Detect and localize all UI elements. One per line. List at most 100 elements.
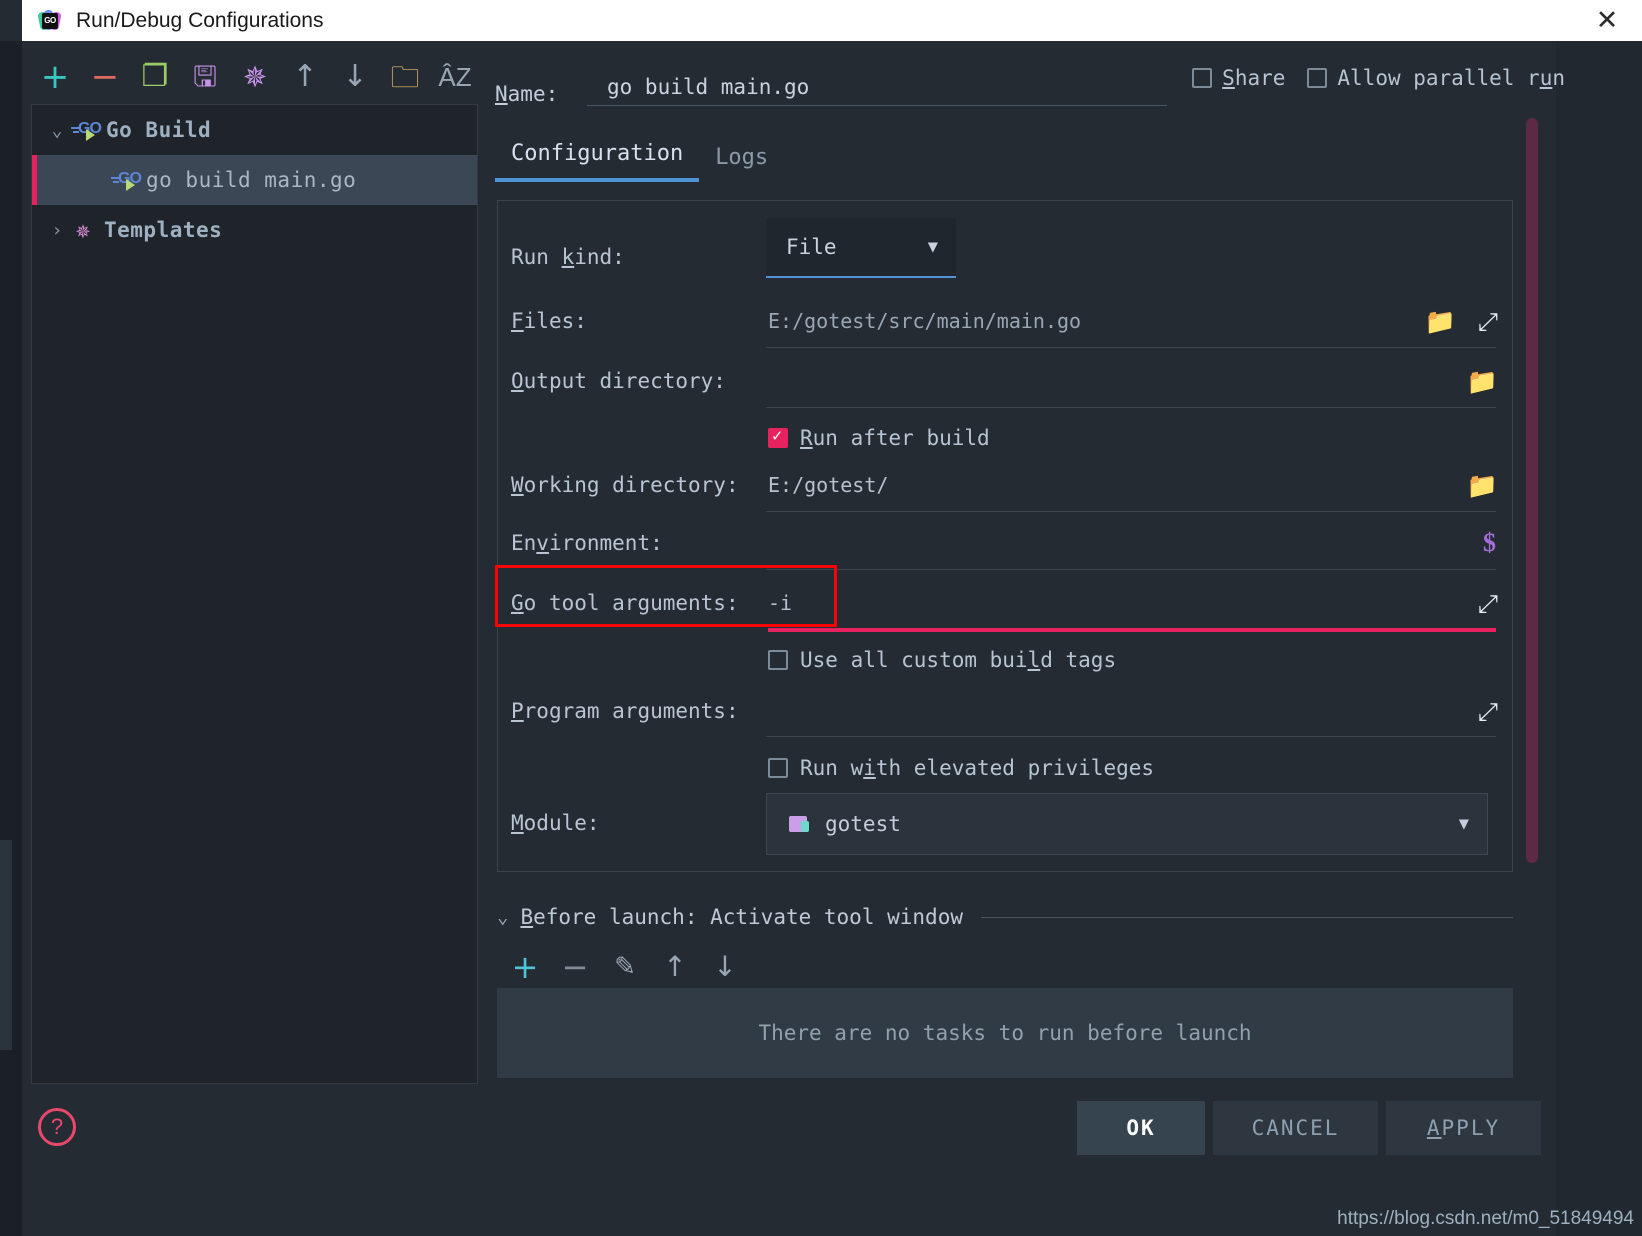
run-after-build-label: Run after build <box>800 426 990 450</box>
before-launch-tasks-list[interactable]: There are no tasks to run before launch <box>497 988 1513 1078</box>
go-tool-arguments-expand-icon[interactable]: ⤢ <box>1478 591 1498 616</box>
ok-button[interactable]: OK <box>1077 1101 1205 1155</box>
move-task-up-icon[interactable]: ↑ <box>650 946 700 988</box>
chevron-down-icon[interactable]: ⌄ <box>497 906 508 928</box>
apply-label: APPLY <box>1427 1116 1500 1140</box>
run-after-build-checkbox-row[interactable]: Run after build <box>768 426 990 450</box>
go-build-icon: GO <box>70 118 104 142</box>
goland-app-icon: GO <box>38 9 62 33</box>
no-tasks-message: There are no tasks to run before launch <box>758 1021 1251 1045</box>
output-directory-browse-folder-icon[interactable]: 📁 <box>1467 369 1498 394</box>
new-folder-icon[interactable]: 🗀 <box>380 55 430 99</box>
run-kind-dropdown[interactable]: File ▼ <box>766 218 956 278</box>
allow-parallel-run-checkbox[interactable] <box>1307 68 1327 88</box>
output-directory-label: Output directory: <box>498 369 768 393</box>
window-left-edge <box>0 41 22 1236</box>
go-tool-arguments-focus-underline <box>768 628 1496 632</box>
move-down-icon[interactable]: ↓ <box>330 55 380 99</box>
add-task-button[interactable]: + <box>500 946 550 988</box>
program-arguments-underline <box>766 736 1496 737</box>
run-after-build-checkbox[interactable] <box>768 428 788 448</box>
files-row: Files: E:/gotest/src/main/main.go 📁 ⤢ <box>498 299 1512 343</box>
tree-node-label: Go Build <box>106 118 211 142</box>
go-tool-arguments-row: Go tool arguments: -i ⤢ <box>498 581 1512 625</box>
configurations-toolbar: + − ❐ 🖫 ✵ ↑ ↓ 🗀 ÂZ <box>30 52 480 102</box>
run-kind-row: Run kind: <box>498 229 1512 285</box>
environment-underline <box>766 569 1496 570</box>
move-task-down-icon[interactable]: ↓ <box>700 946 750 988</box>
program-arguments-expand-icon[interactable]: ⤢ <box>1478 699 1498 724</box>
allow-parallel-run-checkbox-row[interactable]: Allow parallel run <box>1307 66 1565 90</box>
help-icon[interactable]: ? <box>38 1108 76 1146</box>
use-all-custom-build-tags-checkbox-row[interactable]: Use all custom build tags <box>768 648 1116 672</box>
share-label: Share <box>1222 66 1285 90</box>
run-with-elevated-privileges-checkbox-row[interactable]: Run with elevated privileges <box>768 756 1154 780</box>
share-checkbox[interactable] <box>1192 68 1212 88</box>
add-button[interactable]: + <box>30 55 80 99</box>
working-directory-row: Working directory: E:/gotest/ 📁 <box>498 463 1512 507</box>
chevron-down-icon[interactable]: ⌄ <box>44 120 70 141</box>
tree-node-templates[interactable]: › ✵ Templates <box>32 205 477 255</box>
configurations-tree: ⌄ GO Go Build GO go build main.go › ✵ Te… <box>31 104 478 1084</box>
share-checkbox-row[interactable]: Share <box>1192 66 1285 90</box>
apply-button[interactable]: APPLY <box>1386 1101 1541 1155</box>
vertical-scrollbar[interactable] <box>1526 118 1538 863</box>
cancel-button[interactable]: CANCEL <box>1213 1101 1378 1155</box>
window-title: Run/Debug Configurations <box>76 9 324 33</box>
run-after-build-row: Run after build <box>498 413 1512 463</box>
before-launch-toolbar: + − ✎ ↑ ↓ <box>500 946 750 988</box>
module-folder-icon <box>789 814 813 834</box>
run-with-elevated-privileges-checkbox[interactable] <box>768 758 788 778</box>
edit-task-pencil-icon[interactable]: ✎ <box>600 946 650 988</box>
files-browse-folder-icon[interactable]: 📁 <box>1425 309 1456 334</box>
run-kind-label: Run kind: <box>498 245 768 269</box>
move-up-icon[interactable]: ↑ <box>280 55 330 99</box>
before-launch-header: ⌄ Before launch: Activate tool window <box>497 905 1513 929</box>
tab-configuration[interactable]: Configuration <box>495 135 699 182</box>
files-value[interactable]: E:/gotest/src/main/main.go <box>768 309 1425 333</box>
save-configuration-icon[interactable]: 🖫 <box>180 55 230 99</box>
go-tool-arguments-value[interactable]: -i <box>768 591 1478 615</box>
gear-icon[interactable]: ✵ <box>230 55 280 99</box>
working-directory-underline <box>766 511 1496 512</box>
run-with-elevated-privileges-row: Run with elevated privileges <box>498 743 1512 793</box>
templates-gear-icon: ✵ <box>70 217 96 243</box>
go-run-config-icon: GO <box>110 168 144 192</box>
close-icon[interactable]: ✕ <box>1590 5 1624 35</box>
program-arguments-label: Program arguments: <box>498 699 768 723</box>
tree-node-go-build-main-go[interactable]: GO go build main.go <box>32 155 477 205</box>
tree-node-label: go build main.go <box>146 168 356 192</box>
title-bar: GO Run/Debug Configurations ✕ <box>22 0 1642 41</box>
chevron-right-icon[interactable]: › <box>44 220 70 241</box>
name-row: Name: Share Allow parallel run <box>495 52 1555 106</box>
allow-parallel-run-label: Allow parallel run <box>1337 66 1565 90</box>
files-label: Files: <box>498 309 768 333</box>
run-with-elevated-privileges-label: Run with elevated privileges <box>800 756 1154 780</box>
files-expand-icon[interactable]: ⤢ <box>1478 309 1498 334</box>
module-label: Module: <box>498 811 768 835</box>
configuration-tabs: Configuration Logs <box>495 132 1555 182</box>
use-all-custom-build-tags-checkbox[interactable] <box>768 650 788 670</box>
use-all-custom-build-tags-label: Use all custom build tags <box>800 648 1116 672</box>
watermark-text: https://blog.csdn.net/m0_51849494 <box>1337 1208 1634 1230</box>
environment-variables-icon[interactable]: $ <box>1483 528 1496 558</box>
before-launch-divider <box>981 917 1513 918</box>
tree-node-label: Templates <box>104 218 222 242</box>
name-input[interactable] <box>587 73 1167 106</box>
use-all-custom-build-tags-row: Use all custom build tags <box>498 635 1512 685</box>
copy-configuration-icon[interactable]: ❐ <box>130 55 180 99</box>
tab-logs[interactable]: Logs <box>699 139 784 182</box>
working-directory-value[interactable]: E:/gotest/ <box>768 473 1467 497</box>
environment-row: Environment: $ <box>498 521 1512 565</box>
before-launch-title: Before launch: Activate tool window <box>520 905 963 929</box>
module-value: gotest <box>825 812 901 836</box>
tree-node-go-build[interactable]: ⌄ GO Go Build <box>32 105 477 155</box>
working-directory-label: Working directory: <box>498 473 768 497</box>
cancel-label: CANCEL <box>1252 1116 1340 1140</box>
remove-task-button[interactable]: − <box>550 946 600 988</box>
module-dropdown[interactable]: gotest ▼ <box>766 793 1488 855</box>
remove-button[interactable]: − <box>80 55 130 99</box>
environment-label: Environment: <box>498 531 768 555</box>
working-directory-browse-folder-icon[interactable]: 📁 <box>1467 473 1498 498</box>
sort-alphabetically-icon[interactable]: ÂZ <box>430 55 480 99</box>
